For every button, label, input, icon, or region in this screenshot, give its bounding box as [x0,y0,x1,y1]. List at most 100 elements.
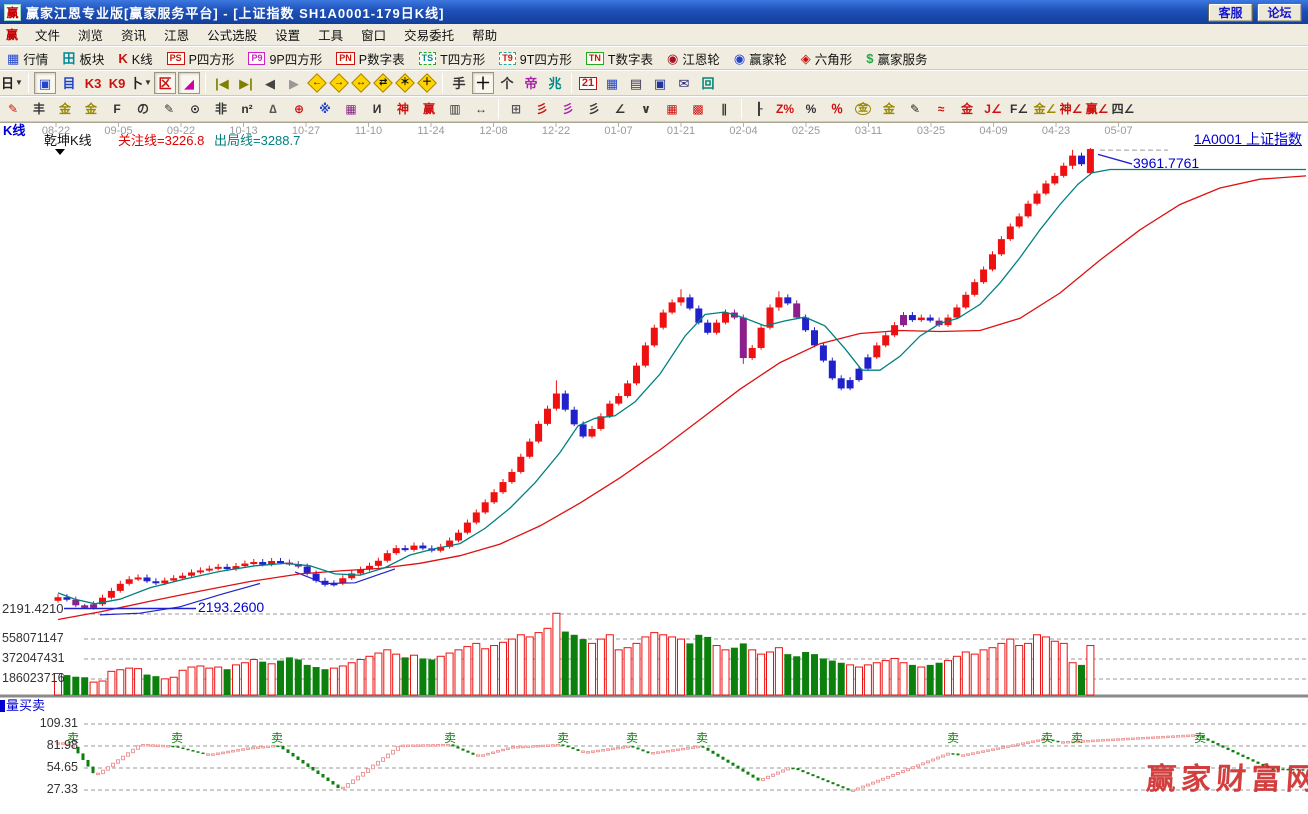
gann-flower-button[interactable]: 帝 [520,72,542,94]
spiral-tool[interactable]: の [131,98,155,120]
step-forward-button[interactable]: ▶ [283,72,305,94]
symbol-label[interactable]: 1A0001 上证指数 [1194,132,1302,147]
kline-button[interactable]: KK线 [118,49,152,68]
menu-formula-picker[interactable]: 公式选股 [198,23,266,46]
fan-box2-tool[interactable]: 彡 [582,98,606,120]
9p-square-button[interactable]: P99P四方形 [248,49,322,68]
shift-right-diamond-button[interactable]: → [329,73,349,93]
sectors-button[interactable]: 田板块 [62,49,104,68]
indicator-name[interactable]: 乾坤K线 [44,134,92,148]
hexagon-button[interactable]: ◈六角形 [801,49,853,68]
percent-z-tool[interactable]: Z% [773,98,797,120]
wave-ruler-button[interactable]: 兆 [544,72,566,94]
p-table-button[interactable]: PNP数字表 [336,49,404,68]
target-tool[interactable]: ⊕ [287,98,311,120]
wave-line-tool[interactable]: ≈ [929,98,953,120]
t-square-button[interactable]: TST四方形 [419,49,486,68]
shift-left-diamond-button[interactable]: ← [307,73,327,93]
gold-circle-tool[interactable]: 金 [851,98,875,120]
plus-diamond-button[interactable]: ＋ [417,73,437,93]
menu-news[interactable]: 资讯 [112,23,155,46]
pin-marker-button[interactable]: 个 [496,72,518,94]
three-step-button[interactable]: K3 [82,72,104,94]
red-fan-tool[interactable]: 彡 [530,98,554,120]
crosshair-button[interactable]: 十 [472,72,494,94]
pan-hand-button[interactable]: 手 [448,72,470,94]
menu-gann[interactable]: 江恩 [155,23,198,46]
kline-chart[interactable]: 卖卖卖卖卖卖卖卖卖卖卖 [0,123,1308,814]
forum-button[interactable]: 论坛 [1257,3,1302,22]
pen-ruler-tool[interactable]: ✎ [157,98,181,120]
shen-angle-tool[interactable]: 神∠ [1059,98,1083,120]
ying-angle-tool[interactable]: 赢∠ [1085,98,1109,120]
f-comb-tool[interactable]: F [105,98,129,120]
scale-bars-tool[interactable]: ┠ [747,98,771,120]
remote-pc-button[interactable]: 回 [697,72,719,94]
save-button[interactable]: ▣ [649,72,671,94]
kline-period-button[interactable]: 日▼ [1,72,23,94]
seek-last-button[interactable]: ▶| [235,72,257,94]
span-arrows-tool[interactable]: ↔ [469,98,493,120]
seek-first-button[interactable]: |◀ [211,72,233,94]
candle-style-button[interactable]: 卜▼ [130,72,152,94]
gold-red-tool[interactable]: 金 [955,98,979,120]
gann-grid-button[interactable]: 区 [154,72,176,94]
gold-comb-tool[interactable]: 金 [53,98,77,120]
j-angle-tool[interactable]: J∠ [981,98,1005,120]
overlay-windows-button[interactable]: ▣ [34,72,56,94]
menu-trade[interactable]: 交易委托 [395,23,463,46]
percent-tool[interactable]: % [799,98,823,120]
n-quote-tool[interactable]: И [365,98,389,120]
step-back-button[interactable]: ◀ [259,72,281,94]
four-angle-tool[interactable]: 四∠ [1111,98,1135,120]
gold-comb2-tool[interactable]: 金 [79,98,103,120]
menu-settings[interactable]: 设置 [266,23,309,46]
purple-grid-tool[interactable]: ▦ [339,98,363,120]
parallel-tool[interactable]: ∥ [712,98,736,120]
triangle-tool[interactable]: ∆ [261,98,285,120]
web-mail-button[interactable]: ✉ [673,72,695,94]
comb2-tool[interactable]: 非 [209,98,233,120]
p-square-button[interactable]: PSP四方形 [167,49,235,68]
angle-lines-tool[interactable]: ∠ [608,98,632,120]
stock-info-button[interactable]: 目 [58,72,80,94]
comb-tool[interactable]: 丰 [27,98,51,120]
profile-chart-button[interactable]: ◢ [178,72,200,94]
menu-help[interactable]: 帮助 [463,23,506,46]
box-cross-tool[interactable]: ⊞ [504,98,528,120]
nine-step-button[interactable]: K9 [106,72,128,94]
calendar-button[interactable]: 21 [577,72,599,94]
red-grid2-tool[interactable]: ▩ [686,98,710,120]
expand-diamond-button[interactable]: ↔ [351,73,371,93]
ying-grid-tool[interactable]: 赢 [417,98,441,120]
shen-grid-tool[interactable]: 神 [391,98,415,120]
calculator-button[interactable]: ▦ [601,72,623,94]
indicator-dropdown-icon[interactable] [55,149,65,155]
red-grid-tool[interactable]: ▦ [660,98,684,120]
menu-window[interactable]: 窗口 [352,23,395,46]
percent-line-tool[interactable]: ％ [825,98,849,120]
gold-angle-tool[interactable]: 金∠ [1033,98,1057,120]
gold-line-tool[interactable]: 金 [877,98,901,120]
quotes-button[interactable]: ▦行情 [7,49,48,68]
support-button[interactable]: 客服 [1208,3,1253,22]
star-diamond-button[interactable]: ＊ [395,73,415,93]
t-table-button[interactable]: TNT数字表 [586,49,653,68]
f-angle-tool[interactable]: F∠ [1007,98,1031,120]
fan-box-tool[interactable]: 彡 [556,98,580,120]
menu-file[interactable]: 文件 [26,23,69,46]
winner-wheel-button[interactable]: ◉赢家轮 [734,49,787,68]
winner-service-button[interactable]: $赢家服务 [866,49,927,68]
menu-browse[interactable]: 浏览 [69,23,112,46]
gann-clock-tool[interactable]: ⊙ [183,98,207,120]
starburst-tool[interactable]: ※ [313,98,337,120]
sub-indicator-name[interactable]: 量买卖 [0,699,45,713]
black-pen-tool[interactable]: ✎ [903,98,927,120]
ruler-grid-tool[interactable]: ▥ [443,98,467,120]
n2-tool[interactable]: n² [235,98,259,120]
menu-tools[interactable]: 工具 [309,23,352,46]
gann-wheel-button[interactable]: ◉江恩轮 [667,49,720,68]
9t-square-button[interactable]: T99T四方形 [499,49,572,68]
memo-button[interactable]: ▤ [625,72,647,94]
red-pen-tool[interactable]: ✎ [1,98,25,120]
